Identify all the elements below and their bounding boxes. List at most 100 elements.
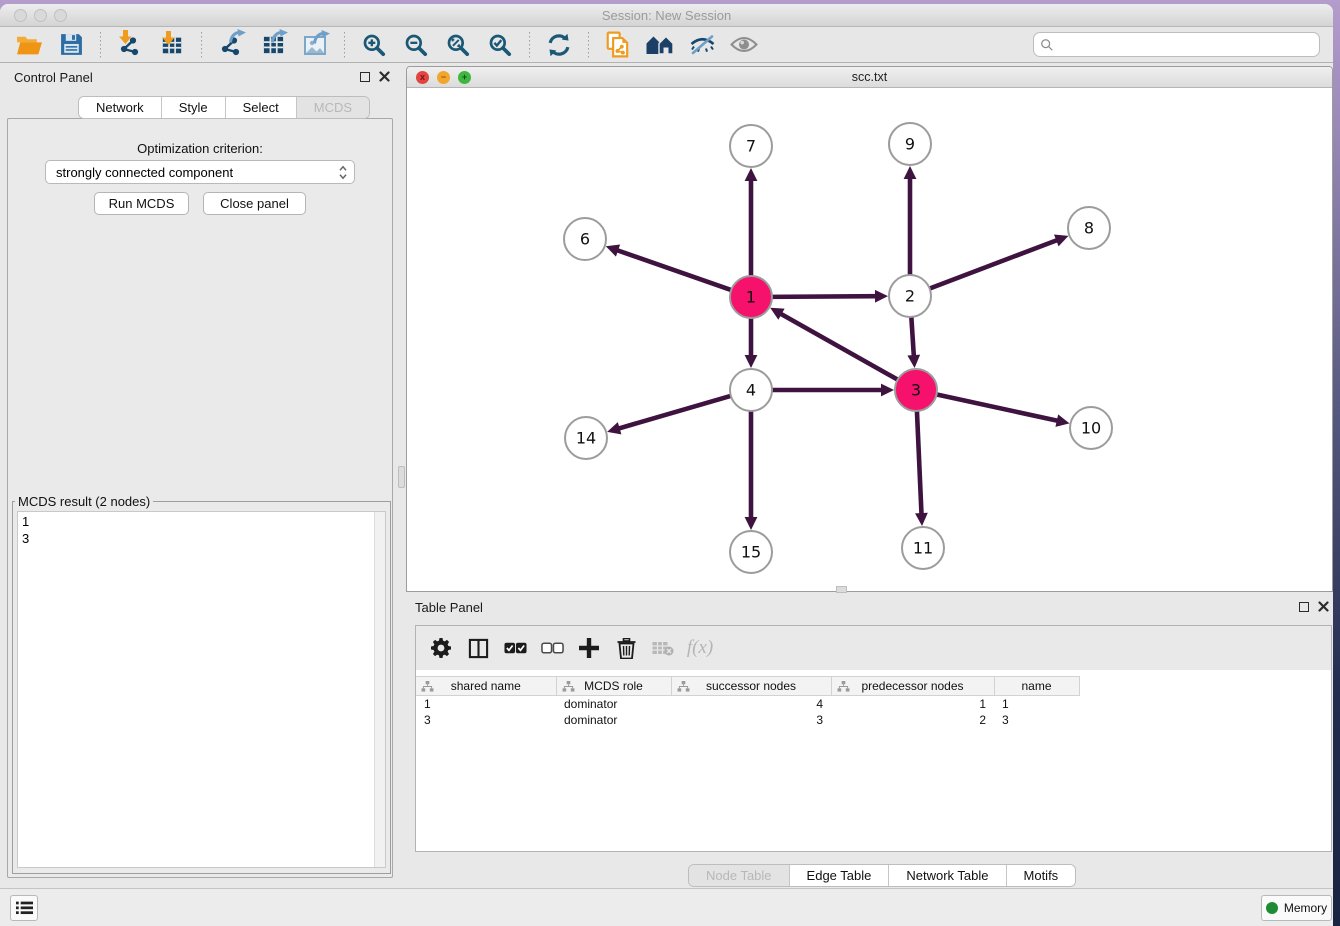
table-cell[interactable]: 3 (994, 712, 1079, 728)
table-cell[interactable]: 4 (671, 696, 831, 712)
export-image-button[interactable] (300, 31, 330, 59)
refresh-button[interactable] (544, 31, 574, 59)
open-session-button[interactable] (14, 31, 44, 59)
graph-edge-3-11[interactable] (917, 409, 922, 515)
tab-node-table[interactable]: Node Table (689, 865, 790, 886)
arrowhead-icon (1055, 414, 1069, 427)
graph-node-label: 6 (580, 230, 590, 249)
toolbar-separator (100, 32, 101, 58)
horizontal-splitter-grip[interactable] (836, 586, 847, 593)
mcds-result-text[interactable]: 13 (17, 511, 386, 868)
run-mcds-button[interactable]: Run MCDS (94, 192, 189, 215)
add-column-button[interactable] (574, 633, 604, 663)
table-cell[interactable]: 1 (831, 696, 994, 712)
graph-edge-2-8[interactable] (928, 240, 1058, 290)
close-panel-icon[interactable] (379, 71, 390, 82)
home-button[interactable] (645, 31, 675, 59)
memory-button[interactable]: Memory (1261, 895, 1332, 921)
graph-edge-1-2[interactable] (770, 296, 877, 297)
column-header-successor-nodes[interactable]: successor nodes (671, 677, 831, 696)
control-panel-header: Control Panel (0, 64, 399, 90)
table-cell[interactable]: 3 (671, 712, 831, 728)
network-titlebar[interactable]: x − + scc.txt (407, 67, 1332, 88)
scrollbar[interactable] (374, 512, 385, 867)
column-header-MCDS-role[interactable]: MCDS role (556, 677, 671, 696)
column-label: MCDS role (584, 679, 643, 693)
delete-table-button[interactable] (648, 633, 678, 663)
tab-style[interactable]: Style (162, 97, 226, 118)
save-session-button[interactable] (56, 31, 86, 59)
search-input[interactable] (1054, 37, 1319, 52)
search-field[interactable] (1033, 32, 1320, 57)
arrowhead-icon (904, 166, 917, 179)
arrowhead-icon (907, 355, 920, 368)
export-network-button[interactable] (216, 31, 246, 59)
close-panel-button[interactable]: Close panel (203, 192, 306, 215)
import-network-button[interactable] (115, 31, 145, 59)
close-table-panel-icon[interactable] (1318, 601, 1329, 612)
graph-edge-3-1[interactable] (780, 313, 900, 380)
clone-network-button[interactable] (603, 31, 633, 59)
zoom-fit-icon (445, 32, 471, 58)
graph-edge-4-14[interactable] (618, 395, 733, 428)
table-row[interactable]: 1dominator411 (416, 696, 1079, 712)
refresh-icon (546, 32, 572, 58)
vertical-splitter-grip[interactable] (398, 466, 405, 488)
table-options-button[interactable] (426, 633, 456, 663)
column-header-name[interactable]: name (994, 677, 1079, 696)
column-header-shared-name[interactable]: shared name (416, 677, 556, 696)
tab-network[interactable]: Network (79, 97, 162, 118)
zoom-out-button[interactable] (401, 31, 431, 59)
table-cell[interactable]: 1 (994, 696, 1079, 712)
optimization-criterion-select[interactable]: strongly connected component (45, 160, 355, 184)
float-panel-icon[interactable] (360, 72, 370, 82)
table-cell[interactable]: dominator (556, 696, 671, 712)
hide-eye-icon (689, 33, 716, 56)
mcds-result-line: 3 (22, 530, 385, 547)
import-table-button[interactable] (157, 31, 187, 59)
graph-edge-1-6[interactable] (616, 250, 733, 291)
import-network-icon (118, 33, 142, 57)
zoom-fit-button[interactable] (443, 31, 473, 59)
table-cell[interactable]: 2 (831, 712, 994, 728)
show-columns-button[interactable] (463, 633, 493, 663)
select-all-button[interactable] (500, 633, 530, 663)
tab-motifs[interactable]: Motifs (1007, 865, 1076, 886)
eye-icon (730, 35, 758, 54)
zoom-out-icon (403, 32, 429, 58)
arrowhead-icon (875, 290, 888, 303)
export-table-button[interactable] (258, 31, 288, 59)
deselect-all-button[interactable] (537, 633, 567, 663)
zoom-selected-button[interactable] (485, 31, 515, 59)
toolbar-separator (588, 32, 589, 58)
float-table-panel-icon[interactable] (1299, 602, 1309, 612)
function-builder-button[interactable]: f(x) (685, 633, 715, 663)
graph-node-label: 1 (746, 288, 756, 307)
show-annotations-button[interactable] (729, 31, 759, 59)
table-cell[interactable]: 3 (416, 712, 556, 728)
graph-edge-3-10[interactable] (935, 394, 1059, 421)
zoom-in-button[interactable] (359, 31, 389, 59)
hide-annotations-button[interactable] (687, 31, 717, 59)
status-bar: Memory (0, 888, 1333, 926)
toolbar-separator (529, 32, 530, 58)
table-cell[interactable]: 1 (416, 696, 556, 712)
delete-column-button[interactable] (611, 633, 641, 663)
zoom-selected-icon (487, 32, 513, 58)
table-row[interactable]: 3dominator323 (416, 712, 1079, 728)
delete-table-icon (652, 640, 674, 656)
fx-icon: f(x) (687, 637, 713, 659)
column-header-predecessor-nodes[interactable]: predecessor nodes (831, 677, 994, 696)
tab-network-table[interactable]: Network Table (889, 865, 1006, 886)
graph-node-label: 11 (913, 539, 933, 558)
console-button[interactable] (10, 895, 38, 921)
graph-edge-2-3[interactable] (911, 315, 914, 357)
trash-icon (617, 638, 636, 659)
add-icon (579, 638, 599, 658)
tab-select[interactable]: Select (226, 97, 297, 118)
tab-edge-table[interactable]: Edge Table (790, 865, 890, 886)
network-canvas[interactable]: 7968124314101511 (407, 88, 1332, 591)
tab-mcds[interactable]: MCDS (297, 97, 369, 118)
uncheck-all-icon (541, 642, 564, 654)
table-cell[interactable]: dominator (556, 712, 671, 728)
